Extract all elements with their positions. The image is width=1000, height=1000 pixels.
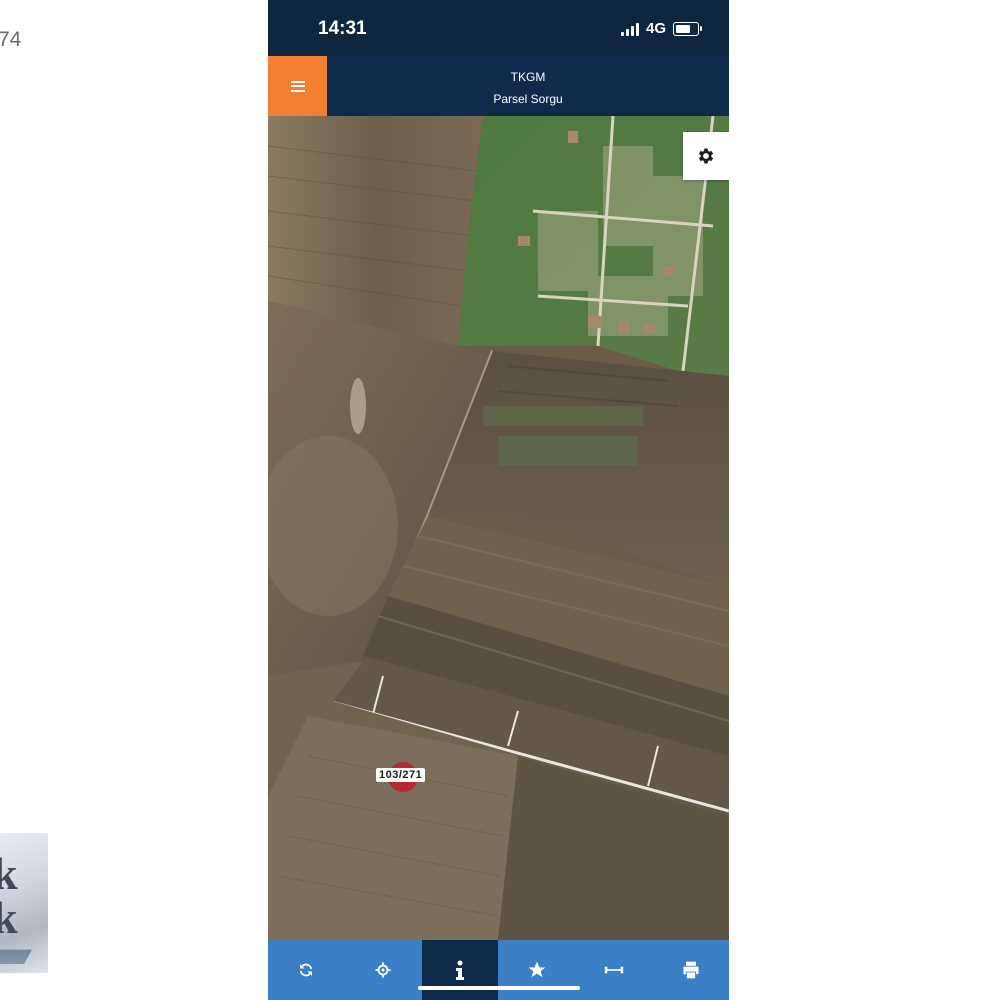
app-subtitle: Parsel Sorgu bbox=[493, 92, 563, 106]
print-button[interactable] bbox=[652, 940, 729, 1000]
status-bar: 14:31 4G bbox=[268, 0, 729, 56]
locate-button[interactable] bbox=[345, 940, 422, 1000]
info-button[interactable] bbox=[421, 940, 499, 1000]
satellite-imagery bbox=[268, 116, 729, 940]
app-header: TKGM Parsel Sorgu bbox=[268, 56, 729, 116]
locate-icon bbox=[375, 962, 391, 978]
measure-icon bbox=[604, 966, 623, 974]
satellite-map[interactable]: 103/271 bbox=[268, 116, 729, 940]
bottom-toolbar bbox=[268, 940, 729, 1000]
battery-icon bbox=[673, 21, 702, 36]
settings-button[interactable] bbox=[683, 132, 729, 180]
info-icon bbox=[456, 960, 465, 980]
refresh-icon bbox=[300, 963, 313, 977]
menu-button[interactable] bbox=[268, 56, 327, 116]
phone-screen: 14:31 4G TKGM Parsel Sorgu 103/271 bbox=[268, 0, 729, 1000]
print-icon bbox=[683, 961, 699, 979]
gear-icon bbox=[698, 148, 714, 164]
parcel-label[interactable]: 103/271 bbox=[376, 768, 426, 782]
measure-button[interactable] bbox=[575, 940, 652, 1000]
status-indicators: 4G bbox=[620, 20, 702, 37]
background-number-fragment: 74 bbox=[0, 28, 22, 51]
signal-icon bbox=[620, 22, 639, 36]
star-icon bbox=[528, 961, 546, 978]
refresh-button[interactable] bbox=[268, 940, 345, 1000]
home-indicator bbox=[418, 986, 580, 990]
favorites-button[interactable] bbox=[498, 940, 575, 1000]
background-logo: k k bbox=[0, 833, 48, 973]
status-time: 14:31 bbox=[318, 18, 367, 39]
app-title: TKGM bbox=[510, 70, 546, 84]
network-type: 4G bbox=[645, 20, 666, 37]
hamburger-menu-icon bbox=[290, 80, 305, 92]
